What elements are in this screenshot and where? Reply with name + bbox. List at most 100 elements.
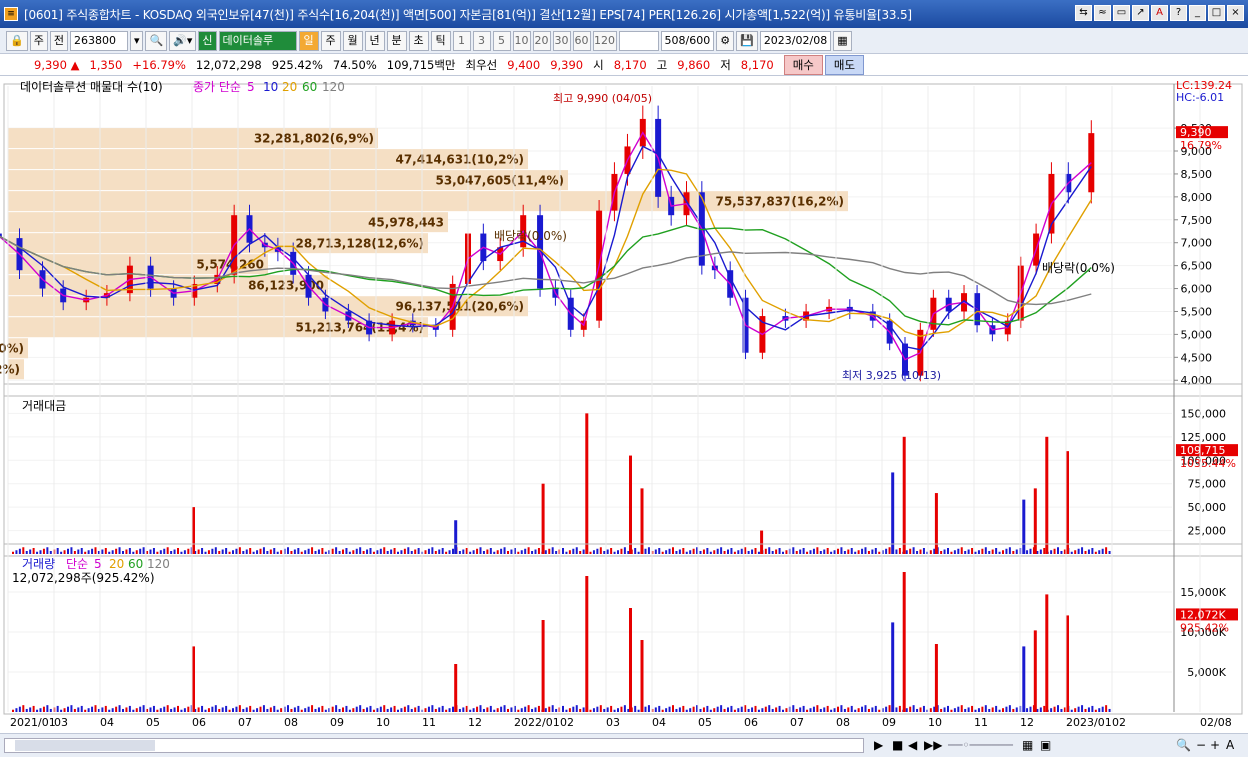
volume-bar <box>603 708 606 712</box>
minus-icon[interactable]: − <box>1196 737 1206 754</box>
volume-ma-label[interactable]: 단순 <box>66 557 88 571</box>
interval-120[interactable]: 120 <box>592 30 617 51</box>
volume-bar <box>149 707 152 712</box>
prev-button[interactable]: 전 <box>49 30 68 51</box>
export-icon[interactable]: ↗ <box>1132 5 1149 21</box>
amount-bar <box>678 549 681 554</box>
ma5-legend[interactable]: 5 <box>247 80 255 94</box>
save-icon[interactable]: 💾 <box>736 30 758 51</box>
ma-legend-label[interactable]: 종가 단순 <box>193 80 241 94</box>
amount-bar <box>262 547 265 554</box>
interval-10[interactable]: 10 <box>512 30 531 51</box>
period-tick[interactable]: 틱 <box>430 30 451 51</box>
zoom-out-icon[interactable]: 🔍 <box>1176 737 1191 754</box>
zoom-slider[interactable]: ──◦────── <box>948 737 1013 754</box>
period-year[interactable]: 년 <box>364 30 385 51</box>
price-indicator-legend[interactable]: 데이터솔루션 매물대 수(10) <box>20 80 163 94</box>
interval-5[interactable]: 5 <box>492 30 511 51</box>
period-second[interactable]: 초 <box>408 30 429 51</box>
lock-icon[interactable]: 🔒 <box>6 30 28 51</box>
tile-icon[interactable]: ≈ <box>1094 5 1111 21</box>
interval-1[interactable]: 1 <box>452 30 471 51</box>
amount-bar <box>854 551 857 554</box>
play-icon[interactable]: ▶ <box>874 737 883 754</box>
chart-area[interactable]: 4,000 4,500 5,000 5,500 6,000 6,500 7,000 7,500… <box>0 76 1248 734</box>
amount-bar <box>672 547 674 554</box>
amount-legend[interactable]: 거래대금 <box>22 399 66 413</box>
volume-ma60-legend[interactable]: 60 <box>128 557 143 571</box>
help-icon[interactable]: ? <box>1170 5 1187 21</box>
prev-icon[interactable]: ◀ <box>908 737 917 754</box>
volume-bar <box>922 705 925 712</box>
volume-bar <box>637 709 640 712</box>
price-panel[interactable]: 4,000 4,500 5,000 5,500 6,000 6,500 7,000 7,500… <box>0 105 1228 388</box>
volume-bar <box>345 705 348 712</box>
tool-icon[interactable]: ⚙ <box>716 30 735 51</box>
buy-button[interactable]: 매수 <box>783 54 823 75</box>
volume-bar <box>376 708 379 712</box>
code-input[interactable]: 263800 <box>69 30 128 51</box>
fast-forward-icon[interactable]: ▶▶ <box>924 737 942 754</box>
close-button[interactable]: × <box>1227 5 1244 21</box>
interval-3[interactable]: 3 <box>472 30 491 51</box>
ma60-legend[interactable]: 60 <box>302 80 317 94</box>
volume-bar <box>754 705 757 712</box>
amount-bar <box>785 550 788 554</box>
amount-bar <box>1108 551 1111 554</box>
calendar-icon[interactable]: ▦ <box>833 30 852 51</box>
ma10-legend[interactable]: 10 <box>263 80 278 94</box>
volume-bar <box>709 709 712 712</box>
speaker-icon[interactable]: 🔊▾ <box>169 30 197 51</box>
volume-bar <box>445 709 448 712</box>
volume-bar <box>108 709 111 712</box>
link-icon[interactable]: ⇆ <box>1075 5 1092 21</box>
plus-icon[interactable]: + <box>1210 737 1220 754</box>
scroll-thumb[interactable] <box>15 740 155 751</box>
code-dropdown-icon[interactable]: ▾ <box>129 30 144 51</box>
volume-bar <box>465 705 468 712</box>
date-field[interactable]: 2023/02/08 <box>759 30 832 51</box>
period-day[interactable]: 일 <box>298 30 319 51</box>
stop-icon[interactable]: ■ <box>892 737 903 754</box>
volume-bar <box>225 705 228 712</box>
horizontal-scrollbar[interactable] <box>4 738 864 753</box>
custom-interval-input[interactable] <box>618 30 659 51</box>
volume-ma5-legend[interactable]: 5 <box>94 557 102 571</box>
volume-bar <box>70 705 73 712</box>
font-size-icon[interactable]: A <box>1226 737 1234 754</box>
volume-ma120-legend[interactable]: 120 <box>147 557 170 571</box>
maximize-button[interactable]: □ <box>1208 5 1225 21</box>
volume-bar <box>929 708 932 712</box>
ma20-legend[interactable]: 20 <box>282 80 297 94</box>
font-icon[interactable]: A <box>1151 5 1168 21</box>
count-field[interactable]: 508/600 <box>660 30 715 51</box>
grid-icon[interactable]: ▦ <box>1022 737 1033 754</box>
interval-60[interactable]: 60 <box>572 30 591 51</box>
chart-svg[interactable]: 4,000 4,500 5,000 5,500 6,000 6,500 7,000 7,500… <box>0 76 1248 734</box>
volume-bar <box>878 709 881 712</box>
volume-bar <box>1005 706 1008 712</box>
type-select[interactable]: 주 <box>29 30 48 51</box>
volume-ma20-legend[interactable]: 20 <box>109 557 124 571</box>
amount-bar <box>108 551 111 554</box>
volume-legend[interactable]: 거래량 <box>22 557 55 571</box>
sell-button[interactable]: 매도 <box>824 54 865 75</box>
amount-bar <box>29 549 32 554</box>
amount-spike <box>585 413 589 554</box>
layout-icon[interactable]: ▣ <box>1040 737 1051 754</box>
period-month[interactable]: 월 <box>342 30 363 51</box>
amount-bar <box>273 548 276 554</box>
volume-bar <box>599 705 602 712</box>
amount-bar <box>988 551 991 554</box>
interval-20[interactable]: 20 <box>532 30 551 51</box>
interval-30[interactable]: 30 <box>552 30 571 51</box>
amount-bar <box>238 547 241 554</box>
volume-bar <box>940 708 943 712</box>
search-icon[interactable]: 🔍 <box>145 30 168 51</box>
period-week[interactable]: 주 <box>320 30 341 51</box>
volume-bar <box>417 705 420 712</box>
ma120-legend[interactable]: 120 <box>322 80 345 94</box>
layout-icon[interactable]: ▭ <box>1113 5 1130 21</box>
minimize-button[interactable]: _ <box>1189 5 1206 21</box>
period-minute[interactable]: 분 <box>386 30 407 51</box>
